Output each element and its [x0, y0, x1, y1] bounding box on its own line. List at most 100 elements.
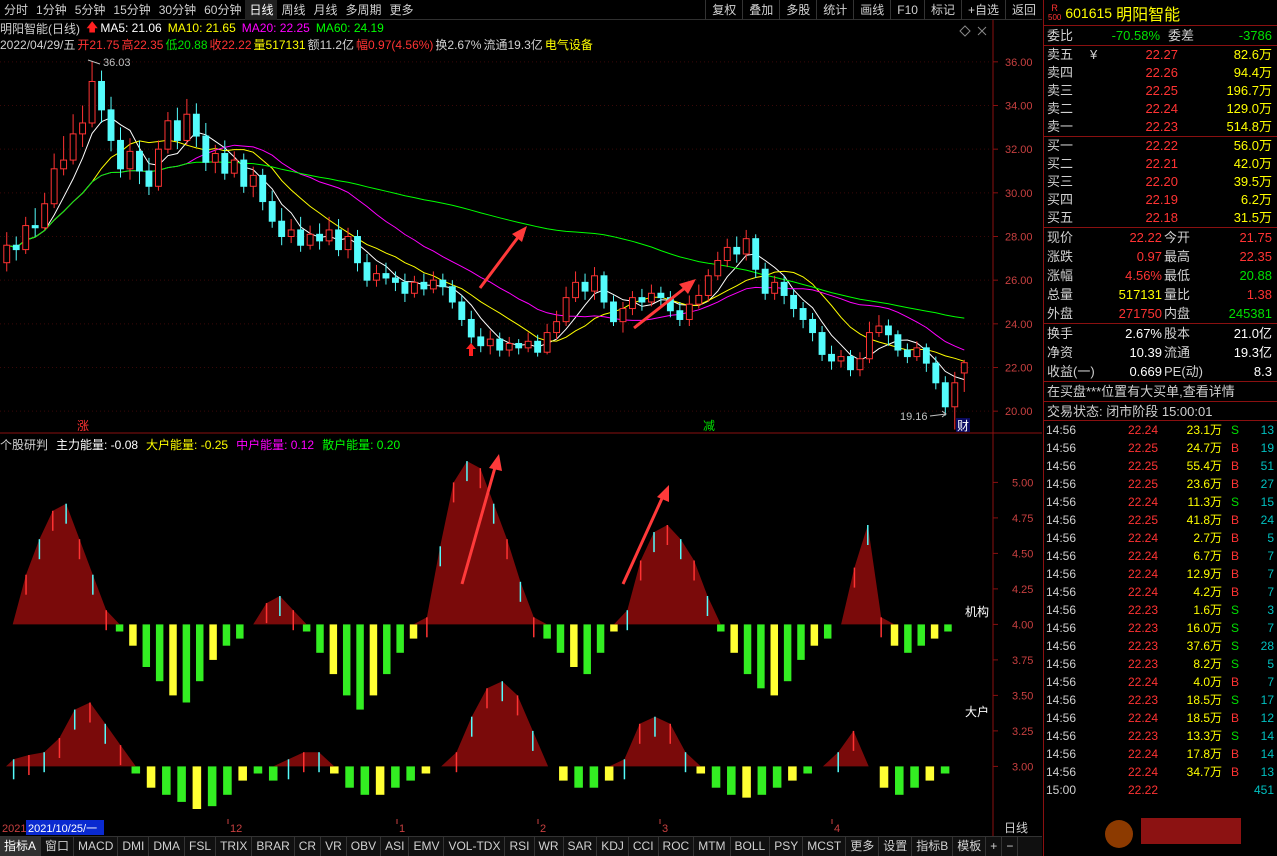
period-tab-6[interactable]: 日线	[245, 0, 278, 20]
candle	[230, 159, 238, 174]
tool-button-8[interactable]: 返回	[1004, 0, 1042, 20]
indicator-tab-11[interactable]: ASI	[381, 837, 410, 856]
indicator-tab-8[interactable]: CR	[295, 837, 322, 856]
indicator-tab-4[interactable]: DMA	[149, 837, 186, 856]
period-tab-3[interactable]: 15分钟	[109, 0, 154, 20]
indicator-tab-29[interactable]: −	[1002, 837, 1019, 856]
tick-price: 22.24	[1127, 567, 1158, 581]
jigou-bar	[369, 624, 378, 696]
period-tab-9[interactable]: 多周期	[342, 0, 386, 20]
info-low: 低20.88	[165, 37, 208, 52]
tool-button-1[interactable]: 叠加	[742, 0, 779, 20]
indicator-tab-1[interactable]: 窗口	[41, 837, 75, 856]
tick-price: 22.23	[1127, 693, 1158, 707]
indicator-tab-19[interactable]: ROC	[659, 837, 695, 856]
candle	[922, 347, 930, 364]
marker-reduce[interactable]: 减	[703, 419, 715, 433]
jigou-bar	[342, 624, 351, 696]
indicator-tab-6[interactable]: TRIX	[216, 837, 253, 856]
bid-row[interactable]: 买三 22.20 39.5万	[1044, 173, 1277, 191]
tool-button-6[interactable]: 标记	[923, 0, 961, 20]
tick-price: 22.24	[1127, 765, 1158, 779]
candle	[136, 150, 143, 172]
ask-row[interactable]: 卖二 22.24 129.0万	[1044, 100, 1277, 118]
indicator-tab-7[interactable]: BRAR	[252, 837, 295, 856]
indicator-tab-25[interactable]: 设置	[879, 837, 913, 856]
big-order-notice[interactable]: 在买盘***位置有大买单,查看详情	[1044, 382, 1277, 402]
tick-price: 22.25	[1127, 441, 1158, 455]
tool-button-5[interactable]: F10	[890, 0, 924, 20]
tool-button-3[interactable]: 统计	[816, 0, 853, 20]
stat-value: 22.22	[1129, 230, 1162, 245]
indicator-chart[interactable]: 5.004.754.504.254.003.753.503.253.00 机构 …	[0, 434, 1042, 819]
tool-button-4[interactable]: 画线	[853, 0, 890, 20]
indicator-tab-9[interactable]: VR	[321, 837, 347, 856]
indicator-name[interactable]: 个股研判	[0, 436, 48, 453]
info-sector[interactable]: 电气设备	[545, 36, 593, 53]
bid-row[interactable]: 买一 22.22 56.0万	[1044, 137, 1277, 155]
jigou-bar	[409, 624, 418, 639]
indicator-tab-0[interactable]: 指标A	[0, 837, 42, 856]
indicator-tab-28[interactable]: +	[986, 837, 1003, 856]
dahu-bar	[238, 766, 247, 781]
period-tab-4[interactable]: 30分钟	[155, 0, 200, 20]
indicator-tab-18[interactable]: CCI	[629, 837, 659, 856]
indicator-tab-12[interactable]: EMV	[409, 837, 445, 856]
indicator-tab-26[interactable]: 指标B	[912, 837, 954, 856]
marker-rise[interactable]: 涨	[77, 418, 89, 433]
tool-button-2[interactable]: 多股	[779, 0, 816, 20]
tool-button-0[interactable]: 复权	[705, 0, 742, 20]
bid-row[interactable]: 买四 22.19 6.2万	[1044, 191, 1277, 209]
indicator-tab-15[interactable]: WR	[535, 837, 564, 856]
ask-row[interactable]: 卖一 22.23 514.8万	[1044, 118, 1277, 136]
ask-row[interactable]: 卖四 22.26 94.4万	[1044, 64, 1277, 82]
period-tab-5[interactable]: 60分钟	[200, 0, 245, 20]
marker-finance[interactable]: 财	[957, 419, 969, 433]
jigou-bar	[356, 624, 364, 710]
tick-time: 14:56	[1046, 567, 1077, 581]
indicator-tab-16[interactable]: SAR	[564, 837, 598, 856]
bid-row[interactable]: 买五 22.18 31.5万	[1044, 209, 1277, 227]
jigou-bar	[155, 624, 164, 682]
dahu-bar	[788, 766, 797, 781]
period-tab-7[interactable]: 周线	[277, 0, 309, 20]
indicator-tab-13[interactable]: VOL-TDX	[444, 837, 506, 856]
jigou-bar	[596, 624, 605, 653]
candle	[733, 246, 741, 255]
bid-row[interactable]: 买二 22.21 42.0万	[1044, 155, 1277, 173]
candle	[211, 153, 219, 163]
indicator-tab-27[interactable]: 模板	[953, 837, 987, 856]
jigou-bar	[930, 624, 939, 639]
ask-row[interactable]: 卖五 ¥22.27 82.6万	[1044, 46, 1277, 64]
indicator-tab-23[interactable]: MCST	[803, 837, 847, 856]
ask-row[interactable]: 卖三 22.25 196.7万	[1044, 82, 1277, 100]
indicator-tab-5[interactable]: FSL	[185, 837, 217, 856]
period-tab-10[interactable]: 更多	[386, 0, 418, 20]
candle	[439, 279, 447, 288]
candle	[173, 120, 181, 141]
indicator-tab-17[interactable]: KDJ	[597, 837, 629, 856]
tick-price: 22.24	[1127, 747, 1158, 761]
indicator-tab-10[interactable]: OBV	[347, 837, 382, 856]
candle	[496, 338, 504, 351]
label-dahu: 大户	[965, 704, 989, 719]
tick-row: 14:56 22.24 23.1万 S 13	[1044, 421, 1277, 439]
candle	[790, 294, 798, 310]
period-tab-0[interactable]: 分时	[0, 0, 32, 20]
indicator-tab-24[interactable]: 更多	[846, 837, 880, 856]
kline-chart[interactable]: 36.00 34.00 32.00 30.00 28.00 26.00 24.00 22.00…	[0, 20, 1042, 434]
indicator-tab-20[interactable]: MTM	[694, 837, 731, 856]
dahu-bar	[696, 766, 706, 774]
tick-list[interactable]: 14:56 22.24 23.1万 S 13 14:56 22.25 24.7万 B 19 14:5…	[1044, 421, 1277, 799]
indicator-tab-2[interactable]: MACD	[74, 837, 119, 856]
low-price-label: 19.16	[900, 411, 928, 423]
indicator-tab-22[interactable]: PSY	[770, 837, 804, 856]
indicator-tab-21[interactable]: BOLL	[731, 837, 771, 856]
period-tab-1[interactable]: 1分钟	[32, 0, 71, 20]
indicator-tab-3[interactable]: DMI	[118, 837, 150, 856]
tool-button-7[interactable]: +自选	[960, 0, 1005, 20]
candle	[221, 153, 229, 174]
period-tab-8[interactable]: 月线	[310, 0, 342, 20]
indicator-tab-14[interactable]: RSI	[505, 837, 535, 856]
stat-value: 271750	[1118, 306, 1162, 321]
